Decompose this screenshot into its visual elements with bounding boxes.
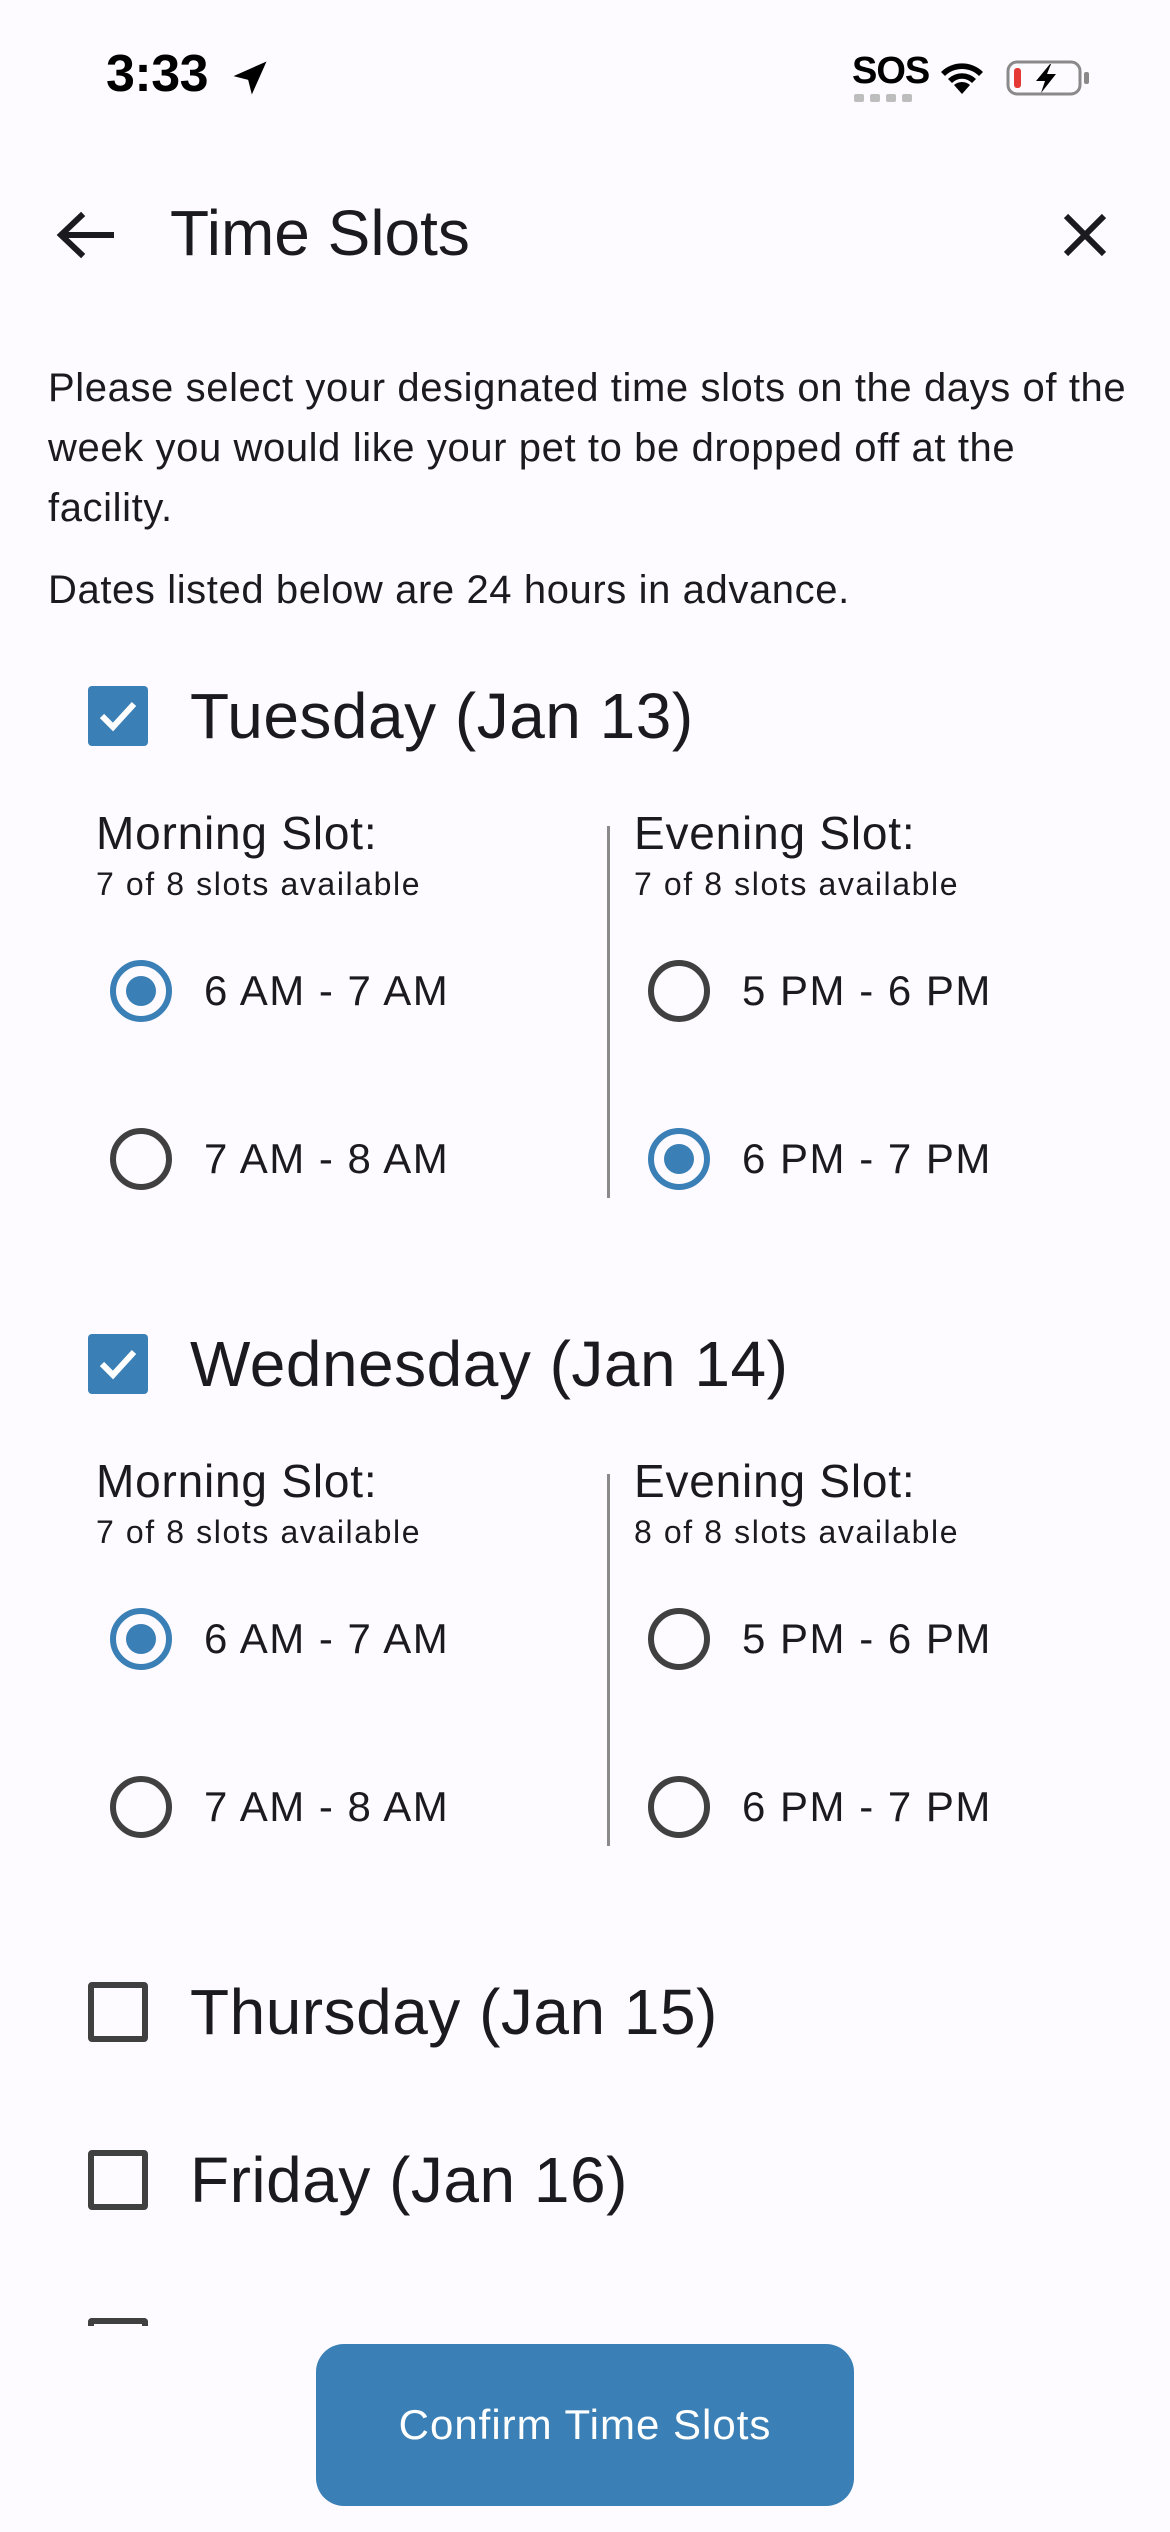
- day-label: Friday (Jan 16): [190, 2144, 628, 2216]
- slots-panel: Morning Slot: 7 of 8 slots available 6 A…: [0, 1454, 1170, 1846]
- day-checkbox[interactable]: [88, 1982, 148, 2042]
- slot-title: Morning Slot:: [96, 807, 378, 859]
- radio-button[interactable]: [648, 1608, 710, 1670]
- battery-charging-icon: [1006, 60, 1089, 96]
- day-label: Wednesday (Jan 14): [190, 1328, 789, 1400]
- column-divider: [607, 1474, 610, 1846]
- slot-title: Evening Slot:: [634, 1455, 916, 1507]
- day-checkbox[interactable]: [88, 1334, 148, 1394]
- radio-button[interactable]: [110, 1776, 172, 1838]
- day-checkbox-row[interactable]: Wednesday (Jan 14): [88, 1324, 788, 1404]
- time-option[interactable]: 6 PM - 7 PM: [648, 1124, 992, 1194]
- slot-availability: 8 of 8 slots available: [634, 1514, 960, 1550]
- time-option-label: 5 PM - 6 PM: [742, 967, 992, 1014]
- close-button[interactable]: [1040, 200, 1130, 270]
- time-option-label: 6 AM - 7 AM: [204, 1615, 450, 1662]
- advance-notice-text: Dates listed below are 24 hours in advan…: [48, 568, 850, 612]
- check-icon: [99, 701, 137, 732]
- time-option-label: 6 PM - 7 PM: [742, 1783, 992, 1830]
- radio-button[interactable]: [110, 960, 172, 1022]
- column-divider: [607, 826, 610, 1198]
- time-option[interactable]: 7 AM - 8 AM: [110, 1124, 449, 1194]
- slot-availability: 7 of 8 slots available: [96, 866, 422, 902]
- evening-slot-column: Evening Slot: 8 of 8 slots available 5 P…: [634, 1454, 1134, 1838]
- location-arrow-icon: [233, 61, 267, 95]
- radio-button[interactable]: [110, 1128, 172, 1190]
- arrow-left-icon: [56, 211, 114, 259]
- morning-slot-column: Morning Slot: 7 of 8 slots available 6 A…: [96, 1454, 596, 1838]
- signal-dots-icon: [854, 94, 912, 102]
- day-checkbox-row[interactable]: Thursday (Jan 15): [88, 1972, 718, 2052]
- sos-indicator: SOS: [852, 50, 930, 92]
- time-option[interactable]: 6 AM - 7 AM: [110, 956, 449, 1026]
- slot-availability: 7 of 8 slots available: [96, 1514, 422, 1550]
- page-title: Time Slots: [170, 197, 470, 269]
- slot-title: Evening Slot:: [634, 807, 916, 859]
- morning-slot-column: Morning Slot: 7 of 8 slots available 6 A…: [96, 806, 596, 1190]
- time-option-label: 7 AM - 8 AM: [204, 1783, 450, 1830]
- time-option-label: 7 AM - 8 AM: [204, 1135, 450, 1182]
- app-bar: Time Slots: [0, 170, 1170, 300]
- radio-button[interactable]: [110, 1608, 172, 1670]
- slots-panel: Morning Slot: 7 of 8 slots available 6 A…: [0, 806, 1170, 1198]
- time-option[interactable]: 7 AM - 8 AM: [110, 1772, 449, 1842]
- instructions-text: Please select your designated time slots…: [48, 366, 1127, 530]
- day-checkbox-partial[interactable]: [88, 2318, 148, 2326]
- time-option[interactable]: 6 AM - 7 AM: [110, 1604, 449, 1674]
- day-label: Thursday (Jan 15): [190, 1976, 718, 2048]
- status-time: 3:33: [106, 45, 209, 103]
- time-option-label: 5 PM - 6 PM: [742, 1615, 992, 1662]
- day-checkbox[interactable]: [88, 686, 148, 746]
- radio-button[interactable]: [648, 1128, 710, 1190]
- time-option-label: 6 AM - 7 AM: [204, 967, 450, 1014]
- time-option-label: 6 PM - 7 PM: [742, 1135, 992, 1182]
- time-option[interactable]: 5 PM - 6 PM: [648, 1604, 992, 1674]
- evening-slot-column: Evening Slot: 7 of 8 slots available 5 P…: [634, 806, 1134, 1190]
- radio-button[interactable]: [648, 960, 710, 1022]
- back-button[interactable]: [40, 200, 130, 270]
- slot-availability: 7 of 8 slots available: [634, 866, 960, 902]
- slot-title: Morning Slot:: [96, 1455, 378, 1507]
- status-bar: 3:33 SOS: [0, 0, 1170, 140]
- close-icon: [1063, 213, 1107, 257]
- confirm-time-slots-button[interactable]: Confirm Time Slots: [316, 2344, 854, 2506]
- check-icon: [99, 1349, 137, 1380]
- day-checkbox-row[interactable]: Friday (Jan 16): [88, 2140, 628, 2220]
- day-checkbox-row[interactable]: Tuesday (Jan 13): [88, 676, 694, 756]
- wifi-icon: [941, 63, 983, 94]
- time-option[interactable]: 6 PM - 7 PM: [648, 1772, 992, 1842]
- radio-button[interactable]: [648, 1776, 710, 1838]
- day-checkbox[interactable]: [88, 2150, 148, 2210]
- time-option[interactable]: 5 PM - 6 PM: [648, 956, 992, 1026]
- day-label: Tuesday (Jan 13): [190, 680, 694, 752]
